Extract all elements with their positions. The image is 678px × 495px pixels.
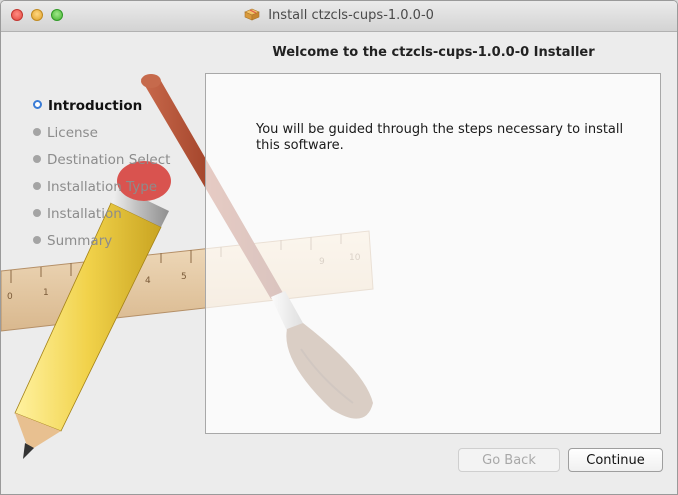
step-bullet-icon: [33, 182, 41, 190]
content-panel: You will be guided through the steps nec…: [205, 73, 661, 434]
ruler-number: 0: [7, 292, 13, 302]
installer-window: Install ctzcls-cups-1.0.0-0 0 1 4 5 Welc…: [0, 0, 678, 495]
step-label: Destination Select: [47, 152, 171, 168]
step-installation-type: Installation Type: [33, 179, 170, 206]
continue-button[interactable]: Continue: [568, 448, 663, 472]
step-destination-select: Destination Select: [33, 152, 170, 179]
ruler-number: 4: [145, 276, 151, 286]
step-bullet-icon: [33, 128, 41, 136]
step-summary: Summary: [33, 233, 170, 260]
installer-steps-list: Introduction License Destination Select …: [33, 98, 170, 260]
step-label: Installation: [47, 206, 122, 222]
window-title: Install ctzcls-cups-1.0.0-0: [268, 8, 434, 23]
ruler-number: 5: [181, 272, 187, 282]
ruler-number: 1: [43, 288, 49, 298]
window-title-group: Install ctzcls-cups-1.0.0-0: [1, 7, 677, 23]
step-label: License: [47, 125, 98, 141]
intro-text: You will be guided through the steps nec…: [256, 122, 624, 153]
step-label: Introduction: [48, 98, 143, 114]
step-installation: Installation: [33, 206, 170, 233]
step-bullet-icon: [33, 155, 41, 163]
step-introduction: Introduction: [33, 98, 170, 125]
installer-heading: Welcome to the ctzcls-cups-1.0.0-0 Insta…: [272, 45, 595, 60]
step-bullet-icon: [33, 209, 41, 217]
current-step-indicator-icon: [33, 100, 42, 109]
go-back-button[interactable]: Go Back: [458, 448, 560, 472]
step-label: Installation Type: [47, 179, 158, 195]
package-icon: [244, 8, 260, 21]
step-label: Summary: [47, 233, 113, 249]
title-bar[interactable]: Install ctzcls-cups-1.0.0-0: [1, 1, 677, 32]
step-bullet-icon: [33, 236, 41, 244]
step-license: License: [33, 125, 170, 152]
